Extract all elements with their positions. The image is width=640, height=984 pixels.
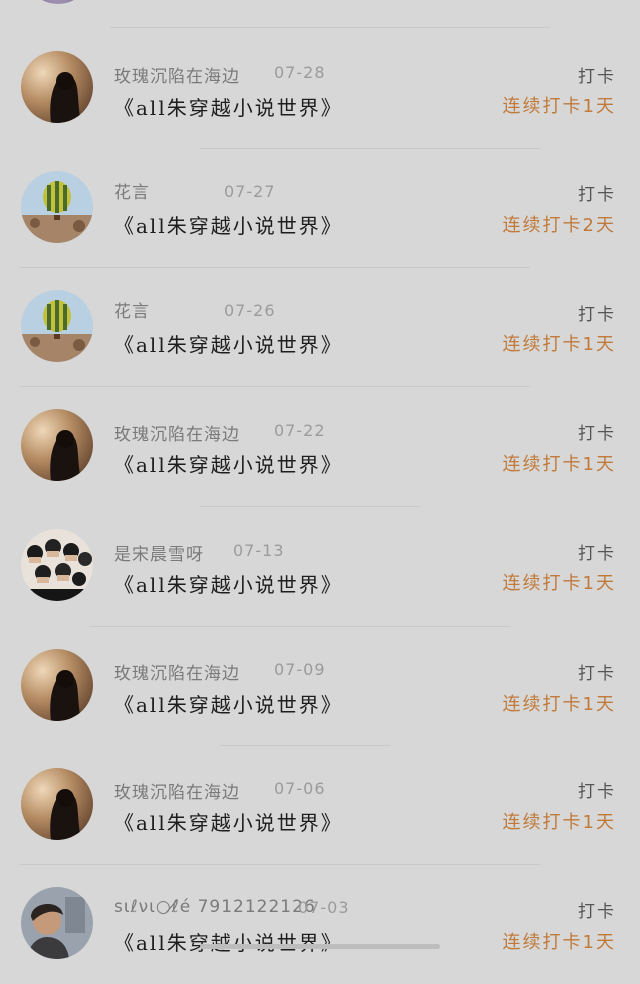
streak-label: 连续打卡1天 [502,96,616,117]
list-item[interactable]: 玫瑰沉陷在海边 07-09 《all朱穿越小说世界》 打卡 连续打卡1天 [0,626,640,746]
avatar-sunset-girl-image [21,768,93,840]
book-title[interactable]: 《all朱穿越小说世界》 [114,807,343,836]
post-date: 07-03 [298,898,350,917]
list-item[interactable]: sιℓνι○ℓ̸é 7912122126 07-03 《all朱穿越小说世界》 … [0,864,640,984]
avatar[interactable] [21,887,93,959]
checkin-tag: 打卡 [578,664,616,684]
avatar[interactable] [32,0,84,4]
user-name: 花言 [114,302,150,322]
post-date: 07-06 [274,779,326,798]
avatar[interactable] [21,290,93,362]
book-title[interactable]: 《all朱穿越小说世界》 [114,927,343,956]
avatar-sunset-girl-image [21,409,93,481]
streak-label: 连续打卡2天 [502,215,616,236]
user-name: 玫瑰沉陷在海边 [114,664,240,684]
avatar-balloon-image [21,290,93,362]
post-date: 07-28 [274,63,326,82]
book-title[interactable]: 《all朱穿越小说世界》 [114,210,343,239]
post-date: 07-09 [274,660,326,679]
user-name: 玫瑰沉陷在海边 [114,783,240,803]
list-item[interactable]: 玫瑰沉陷在海边 07-22 《all朱穿越小说世界》 打卡 连续打卡1天 [0,386,640,506]
list-item[interactable]: 玫瑰沉陷在海边 07-06 《all朱穿越小说世界》 打卡 连续打卡1天 [0,745,640,865]
checkin-tag: 打卡 [578,305,616,325]
book-title[interactable]: 《all朱穿越小说世界》 [114,569,343,598]
book-title[interactable]: 《all朱穿越小说世界》 [114,329,343,358]
avatar[interactable] [21,529,93,601]
user-name: 玫瑰沉陷在海边 [114,67,240,87]
checkin-tag: 打卡 [578,782,616,802]
user-name: 花言 [114,183,150,203]
streak-label: 连续打卡1天 [502,812,616,833]
book-title[interactable]: 《all朱穿越小说世界》 [114,92,343,121]
streak-label: 连续打卡1天 [502,932,616,953]
checkin-tag: 打卡 [578,67,616,87]
checkin-tag: 打卡 [578,544,616,564]
avatar-sunset-girl-image [21,51,93,123]
checkin-tag: 打卡 [578,424,616,444]
avatar-group-photo-image [21,529,93,601]
user-name: sιℓνι○ℓ̸é 7912122126 [114,897,316,917]
avatar[interactable] [21,409,93,481]
list-item[interactable]: 是宋晨雪呀 07-13 《all朱穿越小说世界》 打卡 连续打卡1天 [0,506,640,626]
post-date: 07-26 [224,301,276,320]
post-date: 07-13 [233,541,285,560]
avatar-boy-portrait-image [21,887,93,959]
streak-label: 连续打卡1天 [502,454,616,475]
avatar-sunset-girl-image [21,649,93,721]
avatar[interactable] [21,649,93,721]
post-date: 07-27 [224,182,276,201]
list-item[interactable]: 花言 07-27 《all朱穿越小说世界》 打卡 连续打卡2天 [0,148,640,268]
checkin-tag: 打卡 [578,902,616,922]
book-title[interactable]: 《all朱穿越小说世界》 [114,449,343,478]
home-indicator[interactable] [200,944,440,949]
avatar[interactable] [21,768,93,840]
checkin-tag: 打卡 [578,185,616,205]
checkin-list: 玫瑰沉陷在海边 07-28 《all朱穿越小说世界》 打卡 连续打卡1天 花言 … [0,0,640,959]
avatar-balloon-image [21,171,93,243]
avatar[interactable] [21,51,93,123]
book-title[interactable]: 《all朱穿越小说世界》 [114,689,343,718]
streak-label: 连续打卡1天 [502,694,616,715]
streak-label: 连续打卡1天 [502,334,616,355]
user-name: 玫瑰沉陷在海边 [114,425,240,445]
user-name: 是宋晨雪呀 [114,545,204,565]
list-item[interactable]: 玫瑰沉陷在海边 07-28 《all朱穿越小说世界》 打卡 连续打卡1天 [0,28,640,148]
list-item[interactable]: 花言 07-26 《all朱穿越小说世界》 打卡 连续打卡1天 [0,267,640,387]
post-date: 07-22 [274,421,326,440]
streak-label: 连续打卡1天 [502,573,616,594]
avatar[interactable] [21,171,93,243]
